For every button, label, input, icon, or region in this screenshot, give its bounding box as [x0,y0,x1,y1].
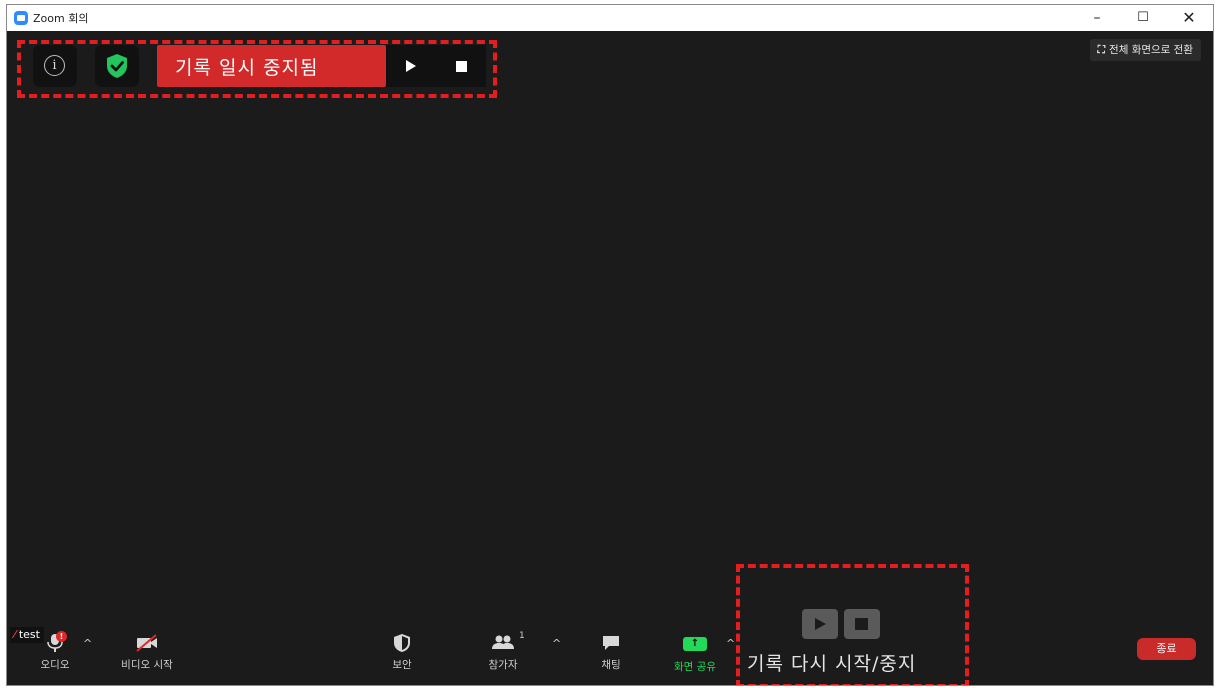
window-title: Zoom 회의 [33,12,89,25]
participants-button[interactable]: 1 참가자 [479,631,527,672]
zoom-logo-icon [14,11,28,25]
highlight-box-top [17,40,497,98]
security-button[interactable]: 보안 [382,633,422,672]
share-screen-icon: ↑ [683,637,707,651]
audio-warning-badge: ! [56,631,67,642]
participants-label: 참가자 [488,659,518,671]
chat-icon [603,636,619,650]
start-video-button[interactable]: 비디오 시작 [114,633,180,672]
chat-label: 채팅 [601,659,621,671]
audio-button[interactable]: ! 오디오 [35,631,75,672]
audio-label: 오디오 [40,659,70,671]
maximize-button[interactable]: ☐ [1121,5,1165,31]
security-label: 보안 [392,659,412,671]
title-bar: Zoom 회의 – ☐ ✕ [7,5,1213,31]
end-meeting-button[interactable]: 종료 [1137,638,1196,660]
audio-options-caret[interactable]: ^ [83,637,92,650]
participants-options-caret[interactable]: ^ [552,637,561,650]
fullscreen-button[interactable]: ⛶ 전체 화면으로 전환 [1089,39,1201,61]
meeting-toolbar: ! 오디오 ^ 비디오 시작 보안 1 참가자 ^ 채팅 ↑ 화면 공유 ^ 종… [7,627,1213,685]
security-shield-icon [394,634,410,652]
meeting-stage: ⛶ 전체 화면으로 전환 i 기록 일시 중지됨 기록 다시 시작/중지 ⁄ t… [7,31,1213,685]
minimize-button[interactable]: – [1075,5,1119,31]
share-screen-button[interactable]: ↑ 화면 공유 [667,637,723,674]
participants-count: 1 [519,631,525,641]
zoom-window: Zoom 회의 – ☐ ✕ ⛶ 전체 화면으로 전환 i 기록 일시 중지됨 기… [6,4,1214,686]
fullscreen-label: 전체 화면으로 전환 [1109,44,1193,56]
video-label: 비디오 시작 [121,659,173,671]
fullscreen-icon: ⛶ [1097,44,1106,56]
video-off-icon [136,634,157,652]
participants-icon [492,635,514,649]
close-button[interactable]: ✕ [1167,5,1211,31]
chat-button[interactable]: 채팅 [591,633,631,672]
share-label: 화면 공유 [674,661,716,673]
share-options-caret[interactable]: ^ [726,637,735,650]
